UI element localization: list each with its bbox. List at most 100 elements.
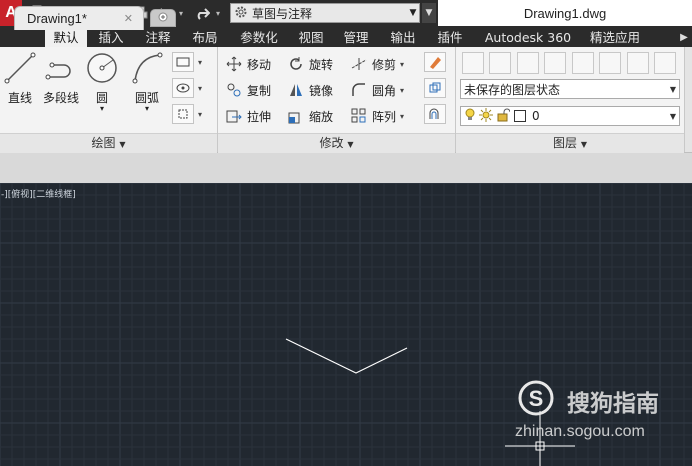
tab-output[interactable]: 输出 xyxy=(383,27,423,48)
ribbon-next-panel[interactable] xyxy=(685,47,692,152)
tab-insert[interactable]: 插入 xyxy=(93,27,129,48)
fillet-icon xyxy=(350,81,368,99)
scale-button[interactable]: 缩放 xyxy=(287,105,333,127)
workspace-label: 草图与注释 xyxy=(252,6,313,21)
polyline-label: 多段线 xyxy=(42,91,79,105)
copy-icon xyxy=(225,81,243,99)
trim-icon xyxy=(350,55,368,73)
chevron-down-icon: ▼ xyxy=(347,140,354,149)
tab-plugins[interactable]: 插件 xyxy=(430,27,470,48)
chevron-down-icon: ▾ xyxy=(400,85,405,95)
fillet-button[interactable]: 圆角 ▾ xyxy=(350,79,404,101)
new-tab-button[interactable] xyxy=(150,9,176,27)
tab-autodesk-360[interactable]: Autodesk 360 xyxy=(478,27,578,48)
viewport-controls-label[interactable]: -][俯视][二维线框] xyxy=(1,187,76,200)
chevron-down-icon: ▼ xyxy=(669,84,677,94)
array-label: 阵列 xyxy=(372,109,397,124)
offset-button[interactable] xyxy=(424,104,446,124)
mirror-label: 镜像 xyxy=(309,83,334,98)
circle-icon xyxy=(85,51,119,85)
arc-dropdown-icon: ▾ xyxy=(144,104,149,113)
gear-icon xyxy=(234,5,248,22)
array-button[interactable]: 阵列 ▾ xyxy=(350,105,404,127)
circle-tool[interactable]: 圆 ▾ xyxy=(84,51,120,113)
stretch-icon xyxy=(225,107,243,125)
circle-dropdown-icon: ▾ xyxy=(99,104,104,113)
layers-panel-title[interactable]: 图层 ▼ xyxy=(456,133,684,153)
document-tab-drawing1[interactable]: Drawing1* ✕ xyxy=(14,6,144,30)
hatch-tool[interactable]: ▾ xyxy=(172,78,202,98)
tab-featured-apps[interactable]: 精选应用 xyxy=(583,27,647,48)
offset-icon xyxy=(424,104,446,124)
ribbon-panel: 直线 多段线 圆 ▾ 圆弧 ▾ ▾ ▾ ▾ 移动 旋转 修剪 ▾ 复制 镜像 圆… xyxy=(0,47,692,153)
rotate-label: 旋转 xyxy=(309,57,334,72)
erase-button[interactable] xyxy=(424,52,446,72)
region-tool[interactable]: ▾ xyxy=(172,104,202,124)
layer-freeze-icon[interactable] xyxy=(627,52,649,74)
tab-annotate[interactable]: 注释 xyxy=(139,27,177,48)
trim-label: 修剪 xyxy=(372,57,397,72)
rectangle-tool[interactable]: ▾ xyxy=(172,52,202,72)
document-tab-label: Drawing1* xyxy=(27,11,87,26)
current-layer-value: 0 xyxy=(532,109,540,123)
polyline-tool[interactable]: 多段线 xyxy=(40,51,82,106)
fillet-label: 圆角 xyxy=(372,83,397,98)
svg-text:S: S xyxy=(529,386,544,411)
modify-panel-title[interactable]: 修改 ▼ xyxy=(218,133,455,153)
tab-layout[interactable]: 布局 xyxy=(186,27,224,48)
layer-state-value: 未保存的图层状态 xyxy=(464,82,561,97)
unlock-icon xyxy=(496,108,511,125)
close-icon[interactable]: ✕ xyxy=(124,12,133,25)
region-icon xyxy=(172,104,194,124)
mirror-icon xyxy=(287,81,305,99)
layer-properties-icon[interactable] xyxy=(462,52,484,74)
watermark-url: zhinan.sogou.com xyxy=(515,423,645,440)
scale-icon xyxy=(287,107,305,125)
layer-previous-icon[interactable] xyxy=(544,52,566,74)
plus-icon xyxy=(157,11,169,25)
draw-panel-title[interactable]: 绘图 ▼ xyxy=(0,133,217,153)
line-tool[interactable]: 直线 xyxy=(2,51,38,106)
layer-isolate-icon[interactable] xyxy=(572,52,594,74)
tab-parametric[interactable]: 参数化 xyxy=(233,27,285,48)
eraser-icon xyxy=(424,52,446,72)
workspace-switcher[interactable]: 草图与注释 ▼ xyxy=(230,3,420,23)
redo-dropdown-icon[interactable]: ▾ xyxy=(213,4,223,22)
layer-match-icon[interactable] xyxy=(517,52,539,74)
redo-icon[interactable] xyxy=(193,4,211,22)
tab-view[interactable]: 视图 xyxy=(292,27,330,48)
tab-default[interactable]: 默认 xyxy=(45,27,87,48)
layer-state-select[interactable]: 未保存的图层状态 ▼ xyxy=(460,79,680,99)
chevron-down-icon: ▾ xyxy=(400,111,405,121)
arc-tool[interactable]: 圆弧 ▾ xyxy=(128,51,166,113)
line-label: 直线 xyxy=(7,91,32,105)
chevron-down-icon: ▼ xyxy=(409,8,417,18)
drawn-line-segments[interactable] xyxy=(285,338,408,374)
move-button[interactable]: 移动 xyxy=(225,53,271,75)
chevron-down-icon: ▼ xyxy=(669,111,677,121)
chevron-down-icon: ▼ xyxy=(119,140,126,149)
rotate-button[interactable]: 旋转 xyxy=(287,53,333,75)
ribbon-tabs-more-button[interactable]: ▶ xyxy=(676,27,692,48)
move-icon xyxy=(225,55,243,73)
trim-button[interactable]: 修剪 ▾ xyxy=(350,53,404,75)
mirror-button[interactable]: 镜像 xyxy=(287,79,333,101)
tab-manage[interactable]: 管理 xyxy=(336,27,376,48)
watermark-brand: 搜狗指南 xyxy=(567,391,659,417)
document-tab-bar xyxy=(0,153,692,183)
sogou-logo-icon: S xyxy=(516,380,556,419)
document-title: Drawing1.dwg xyxy=(438,0,692,26)
layer-off-icon[interactable] xyxy=(654,52,676,74)
explode-button[interactable] xyxy=(424,78,446,98)
undo-dropdown-icon[interactable]: ▾ xyxy=(176,4,186,22)
qat-customize-button[interactable]: ▼ xyxy=(422,3,436,23)
chevron-down-icon: ▼ xyxy=(580,140,587,149)
array-icon xyxy=(350,107,368,125)
current-layer-select[interactable]: 0 ▼ xyxy=(460,106,680,126)
arc-icon xyxy=(130,51,164,85)
copy-button[interactable]: 复制 xyxy=(225,79,271,101)
layer-stack-icon[interactable] xyxy=(489,52,511,74)
hatch-icon xyxy=(172,78,194,98)
stretch-button[interactable]: 拉伸 xyxy=(225,105,271,127)
layer-unisolate-icon[interactable] xyxy=(599,52,621,74)
